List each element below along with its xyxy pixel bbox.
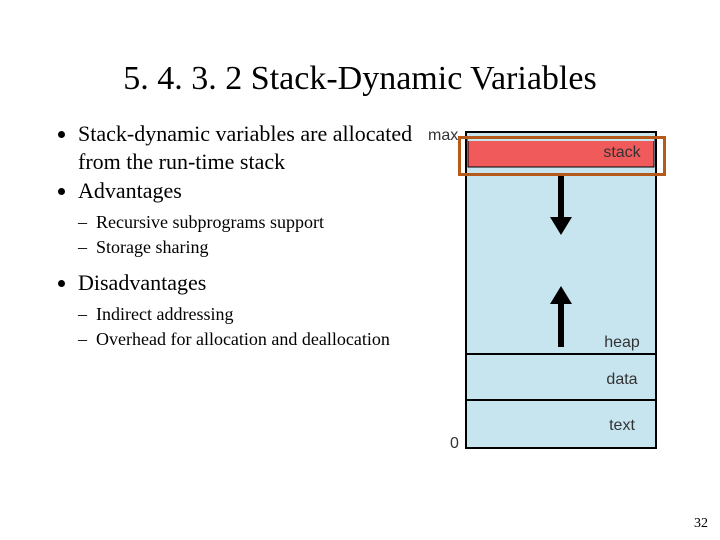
- slide-title: 5. 4. 3. 2 Stack-Dynamic Variables: [50, 60, 670, 98]
- heap-label: heap: [604, 334, 640, 351]
- bullet-item: Advantages: [78, 177, 414, 205]
- stack-label: stack: [603, 144, 641, 161]
- slide: 5. 4. 3. 2 Stack-Dynamic Variables Stack…: [0, 0, 720, 540]
- bullet-list: Stack-dynamic variables are allocated fr…: [50, 120, 414, 205]
- page-number: 32: [694, 516, 708, 532]
- bullet-list: Disadvantages: [50, 269, 414, 297]
- memory-diagram: stack heap data text max 0: [426, 122, 670, 462]
- max-label: max: [428, 127, 458, 144]
- bullet-item: Disadvantages: [78, 269, 414, 297]
- sub-bullet-item: Storage sharing: [78, 236, 414, 259]
- bullet-item: Stack-dynamic variables are allocated fr…: [78, 120, 414, 175]
- memory-diagram-svg: stack heap data text max 0: [426, 122, 670, 462]
- text-column: Stack-dynamic variables are allocated fr…: [50, 118, 414, 362]
- sub-bullet-item: Overhead for allocation and deallocation: [78, 328, 414, 351]
- sub-bullet-item: Recursive subprograms support: [78, 211, 414, 234]
- sub-bullet-item: Indirect addressing: [78, 303, 414, 326]
- slide-body: Stack-dynamic variables are allocated fr…: [50, 118, 670, 462]
- sub-bullet-list: Recursive subprograms support Storage sh…: [50, 211, 414, 260]
- zero-label: 0: [450, 435, 459, 452]
- text-label: text: [609, 417, 635, 434]
- data-label: data: [606, 371, 637, 388]
- sub-bullet-list: Indirect addressing Overhead for allocat…: [50, 303, 414, 352]
